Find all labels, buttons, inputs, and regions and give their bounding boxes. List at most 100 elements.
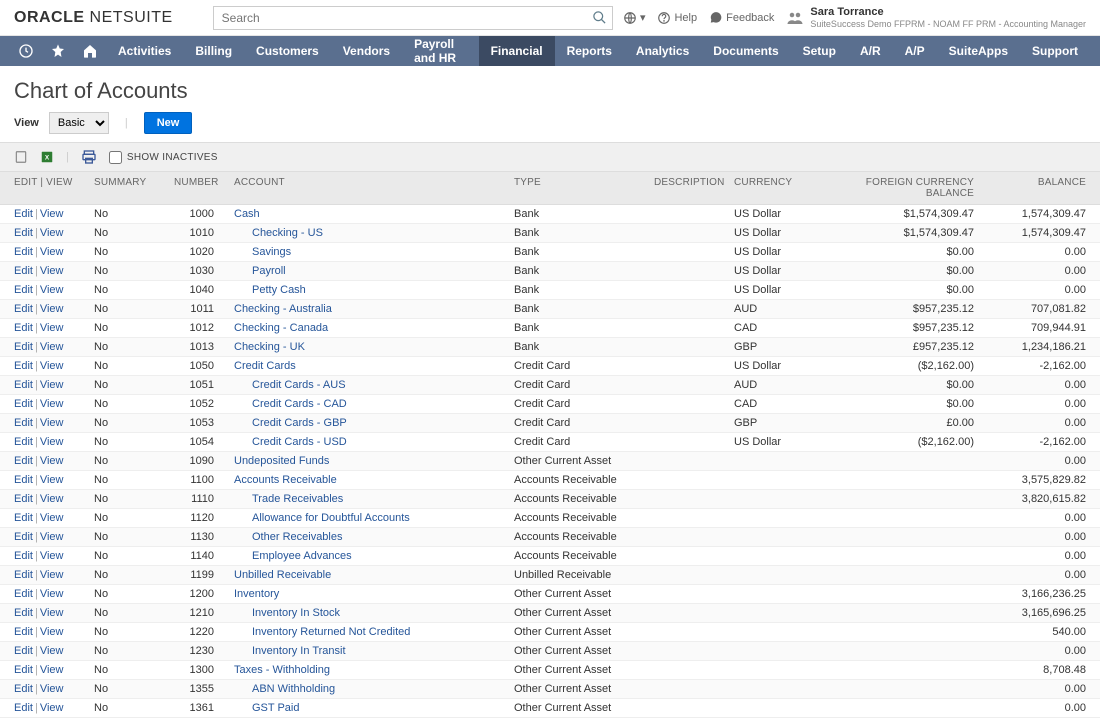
edit-link[interactable]: Edit: [14, 284, 33, 296]
show-inactives-checkbox[interactable]: [109, 151, 122, 164]
view-link[interactable]: View: [40, 379, 64, 391]
recent-icon[interactable]: [10, 43, 42, 59]
col-summary-header[interactable]: SUMMARY: [94, 177, 174, 199]
view-link[interactable]: View: [40, 683, 64, 695]
account-link[interactable]: GST Paid: [234, 702, 300, 714]
account-link[interactable]: Credit Cards: [234, 360, 296, 372]
nav-item-activities[interactable]: Activities: [106, 36, 183, 66]
nav-item-payroll-and-hr[interactable]: Payroll and HR: [402, 36, 478, 66]
search-icon[interactable]: [592, 10, 607, 25]
account-link[interactable]: Credit Cards - GBP: [234, 417, 347, 429]
account-link[interactable]: Inventory In Stock: [234, 607, 340, 619]
edit-link[interactable]: Edit: [14, 512, 33, 524]
account-link[interactable]: Accounts Receivable: [234, 474, 337, 486]
edit-link[interactable]: Edit: [14, 626, 33, 638]
account-link[interactable]: Inventory Returned Not Credited: [234, 626, 410, 638]
search-input[interactable]: [213, 6, 613, 30]
col-number-header[interactable]: NUMBER: [174, 177, 234, 199]
view-link[interactable]: View: [40, 702, 64, 714]
account-link[interactable]: ABN Withholding: [234, 683, 335, 695]
edit-link[interactable]: Edit: [14, 436, 33, 448]
view-link[interactable]: View: [40, 626, 64, 638]
edit-link[interactable]: Edit: [14, 664, 33, 676]
view-link[interactable]: View: [40, 493, 64, 505]
view-link[interactable]: View: [40, 284, 64, 296]
show-inactives-toggle[interactable]: SHOW INACTIVES: [109, 151, 218, 164]
account-link[interactable]: Credit Cards - AUS: [234, 379, 346, 391]
account-link[interactable]: Payroll: [234, 265, 286, 277]
view-link[interactable]: View: [40, 569, 64, 581]
nav-item-analytics[interactable]: Analytics: [624, 36, 701, 66]
view-link[interactable]: View: [40, 303, 64, 315]
col-desc-header[interactable]: DESCRIPTION: [654, 177, 734, 199]
edit-link[interactable]: Edit: [14, 588, 33, 600]
edit-link[interactable]: Edit: [14, 322, 33, 334]
edit-link[interactable]: Edit: [14, 379, 33, 391]
edit-link[interactable]: Edit: [14, 265, 33, 277]
edit-link[interactable]: Edit: [14, 398, 33, 410]
view-link[interactable]: View: [40, 664, 64, 676]
export-icon[interactable]: [14, 150, 28, 164]
view-link[interactable]: View: [40, 246, 64, 258]
nav-item-vendors[interactable]: Vendors: [331, 36, 402, 66]
col-currency-header[interactable]: CURRENCY: [734, 177, 834, 199]
view-link[interactable]: View: [40, 474, 64, 486]
account-link[interactable]: Credit Cards - CAD: [234, 398, 347, 410]
account-link[interactable]: Allowance for Doubtful Accounts: [234, 512, 410, 524]
view-link[interactable]: View: [40, 588, 64, 600]
account-link[interactable]: Employee Advances: [234, 550, 352, 562]
edit-link[interactable]: Edit: [14, 569, 33, 581]
nav-item-a-p[interactable]: A/P: [893, 36, 937, 66]
nav-item-customers[interactable]: Customers: [244, 36, 331, 66]
edit-link[interactable]: Edit: [14, 550, 33, 562]
edit-link[interactable]: Edit: [14, 341, 33, 353]
view-link[interactable]: View: [40, 398, 64, 410]
help-link[interactable]: Help: [657, 11, 697, 25]
nav-item-reports[interactable]: Reports: [555, 36, 624, 66]
view-link[interactable]: View: [40, 531, 64, 543]
view-link[interactable]: View: [40, 550, 64, 562]
col-edit-header[interactable]: EDIT | VIEW: [14, 177, 94, 199]
print-icon[interactable]: [81, 149, 97, 165]
col-balance-header[interactable]: BALANCE: [976, 177, 1086, 199]
col-fcb-header[interactable]: FOREIGN CURRENCY BALANCE: [834, 177, 974, 199]
view-link[interactable]: View: [40, 360, 64, 372]
account-link[interactable]: Unbilled Receivable: [234, 569, 331, 581]
edit-link[interactable]: Edit: [14, 645, 33, 657]
account-link[interactable]: Checking - Canada: [234, 322, 328, 334]
col-type-header[interactable]: TYPE: [514, 177, 654, 199]
view-link[interactable]: View: [40, 341, 64, 353]
account-link[interactable]: Taxes - Withholding: [234, 664, 330, 676]
globe-icon[interactable]: ▾: [623, 11, 646, 25]
account-link[interactable]: Credit Cards - USD: [234, 436, 347, 448]
view-select[interactable]: Basic: [49, 112, 109, 134]
edit-link[interactable]: Edit: [14, 607, 33, 619]
view-link[interactable]: View: [40, 455, 64, 467]
account-link[interactable]: Savings: [234, 246, 291, 258]
view-link[interactable]: View: [40, 265, 64, 277]
view-link[interactable]: View: [40, 436, 64, 448]
nav-item-billing[interactable]: Billing: [183, 36, 244, 66]
account-link[interactable]: Checking - UK: [234, 341, 305, 353]
star-icon[interactable]: [42, 43, 74, 59]
user-block[interactable]: Sara Torrance SuiteSuccess Demo FFPRM - …: [786, 6, 1086, 30]
edit-link[interactable]: Edit: [14, 303, 33, 315]
account-link[interactable]: Checking - Australia: [234, 303, 332, 315]
nav-item-documents[interactable]: Documents: [701, 36, 790, 66]
account-link[interactable]: Other Receivables: [234, 531, 343, 543]
nav-item-setup[interactable]: Setup: [791, 36, 848, 66]
nav-item-support[interactable]: Support: [1020, 36, 1090, 66]
edit-link[interactable]: Edit: [14, 360, 33, 372]
edit-link[interactable]: Edit: [14, 246, 33, 258]
edit-link[interactable]: Edit: [14, 702, 33, 714]
account-link[interactable]: Undeposited Funds: [234, 455, 329, 467]
excel-icon[interactable]: X: [40, 150, 54, 164]
view-link[interactable]: View: [40, 645, 64, 657]
nav-item-a-r[interactable]: A/R: [848, 36, 893, 66]
edit-link[interactable]: Edit: [14, 531, 33, 543]
view-link[interactable]: View: [40, 227, 64, 239]
account-link[interactable]: Inventory In Transit: [234, 645, 346, 657]
view-link[interactable]: View: [40, 322, 64, 334]
feedback-link[interactable]: Feedback: [709, 11, 774, 25]
edit-link[interactable]: Edit: [14, 493, 33, 505]
